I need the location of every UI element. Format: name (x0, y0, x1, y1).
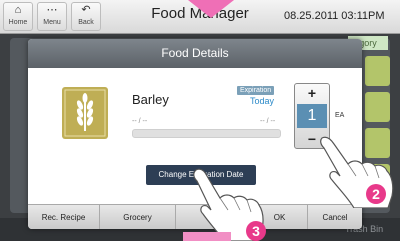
pointing-hand-icon (320, 136, 394, 208)
pointer-arrow-icon (188, 0, 234, 18)
back-button[interactable]: ↶ Back (71, 2, 101, 31)
step-3-badge: 3 (246, 221, 266, 241)
datetime: 08.25.2011 03:11PM (284, 10, 385, 22)
rec-recipe-button[interactable]: Rec. Recipe (28, 205, 100, 229)
quantity-plus-button[interactable]: + (295, 84, 329, 102)
back-icon: ↶ (81, 4, 91, 16)
home-label: Home (8, 19, 28, 26)
background-food-tile (365, 92, 390, 122)
quantity-value: 1 (297, 104, 327, 128)
background-food-tile (365, 56, 390, 86)
expiration-label: Expiration (237, 86, 275, 95)
home-icon: ⌂ (14, 4, 22, 16)
home-button[interactable]: ⌂ Home (3, 2, 33, 31)
menu-grid-icon: ⋯ (46, 4, 58, 16)
cancel-button[interactable]: Cancel (308, 205, 362, 229)
grocery-button[interactable]: Grocery (100, 205, 176, 229)
food-name: Barley (132, 92, 169, 107)
menu-button[interactable]: ⋯ Menu (37, 2, 67, 31)
menu-label: Menu (43, 19, 61, 26)
quantity-unit: EA (335, 112, 345, 119)
screen: gory Trash Bin ⌂ Home ⋯ Menu ↶ Back Food… (0, 0, 400, 241)
start-date: -- / -- (132, 118, 148, 125)
step-2-badge: 2 (366, 184, 386, 204)
back-label: Back (78, 19, 94, 26)
expiration-value: Today (250, 96, 275, 106)
dialog-title: Food Details (28, 39, 362, 68)
expiration-progress-bar (132, 129, 281, 138)
barley-icon (62, 87, 108, 139)
end-date: -- / -- (260, 118, 276, 125)
highlight-bar (183, 232, 231, 241)
